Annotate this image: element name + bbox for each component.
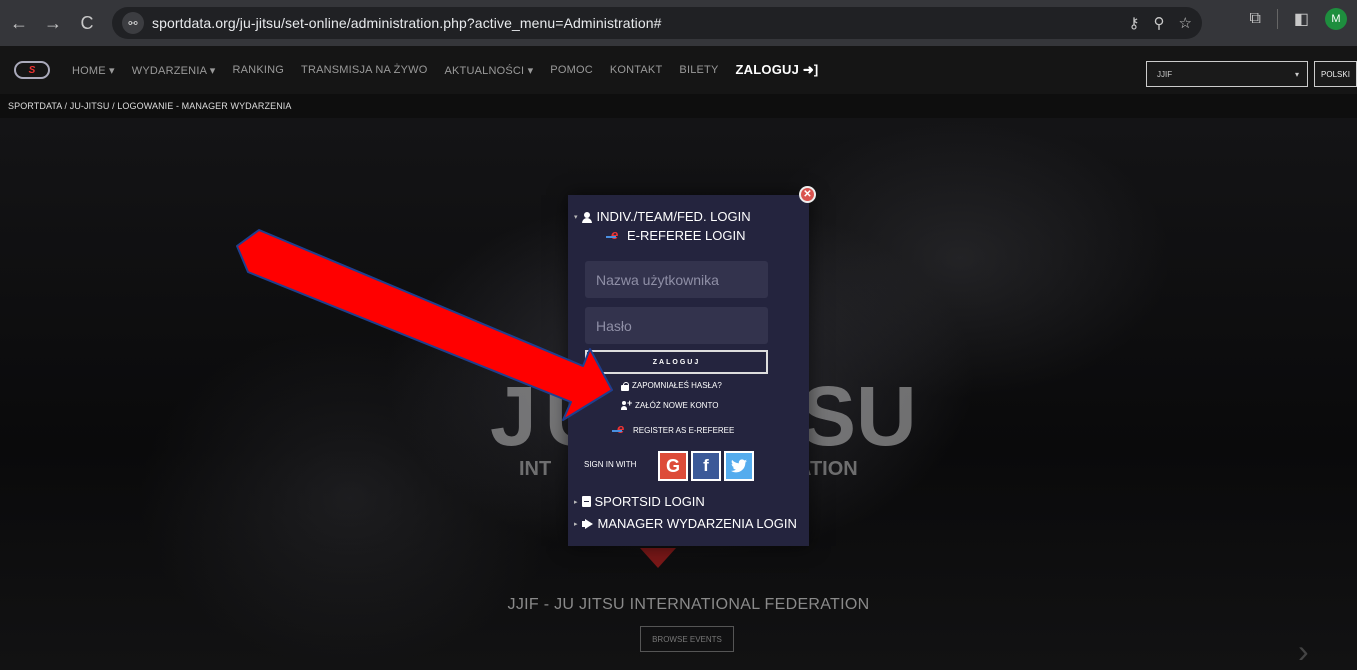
caret-right-icon: ▸ bbox=[574, 520, 578, 528]
breadcrumb: SPORTDATA / JU-JITSU / LOGOWANIE - MANAG… bbox=[0, 94, 1357, 118]
megaphone-icon bbox=[581, 519, 594, 529]
google-login-button[interactable]: G bbox=[658, 451, 688, 481]
nav-item-wydarzenia[interactable]: WYDARZENIA ▾ bbox=[132, 64, 216, 77]
password-key-icon[interactable]: ⚷ bbox=[1129, 14, 1140, 32]
register-ereferee-label: REGISTER AS E-REFEREE bbox=[633, 425, 735, 435]
site-info-icon[interactable]: ⚯ bbox=[122, 12, 144, 34]
federation-title: JJIF - JU JITSU INTERNATIONAL FEDERATION bbox=[507, 596, 870, 613]
indiv-login-header[interactable]: ▾ INDIV./TEAM/FED. LOGIN bbox=[574, 209, 751, 224]
caret-down-icon: ▾ bbox=[574, 213, 578, 221]
site-navbar: S HOME ▾ WYDARZENIA ▾ RANKING TRANSMISJA… bbox=[0, 46, 1357, 94]
register-ereferee-link[interactable]: REGISTER AS E-REFEREE bbox=[612, 421, 735, 436]
id-card-icon bbox=[581, 496, 591, 507]
caret-right-icon: ▸ bbox=[574, 498, 578, 506]
extensions-icon[interactable]: ⧉ bbox=[1249, 10, 1260, 28]
side-panel-icon[interactable]: ◧ bbox=[1294, 9, 1309, 29]
ereferee-logo-icon bbox=[612, 421, 630, 436]
username-input[interactable]: Nazwa użytkownika bbox=[585, 261, 768, 298]
language-button[interactable]: POLSKI bbox=[1314, 61, 1357, 87]
lock-icon bbox=[621, 381, 629, 391]
add-user-icon bbox=[621, 398, 632, 410]
back-icon[interactable]: ← bbox=[4, 8, 34, 38]
slider-next-icon[interactable]: › bbox=[1298, 633, 1309, 670]
indiv-login-title: INDIV./TEAM/FED. LOGIN bbox=[596, 209, 751, 224]
address-bar[interactable]: ⚯ sportdata.org/ju-jitsu/set-online/admi… bbox=[112, 7, 1202, 39]
facebook-login-button[interactable]: f bbox=[691, 451, 721, 481]
password-input[interactable]: Hasło bbox=[585, 307, 768, 344]
nav-item-pomoc[interactable]: POMOC bbox=[550, 64, 593, 76]
organization-select-value: JJIF bbox=[1157, 69, 1173, 79]
bookmark-star-icon[interactable]: ☆ bbox=[1179, 14, 1192, 32]
chevron-down-icon: ▾ bbox=[1294, 69, 1299, 79]
sportsid-login-header[interactable]: ▸ SPORTSID LOGIN bbox=[574, 494, 705, 509]
toolbar-divider bbox=[1276, 9, 1278, 29]
profile-avatar[interactable]: M bbox=[1325, 8, 1347, 30]
forgot-password-link[interactable]: ZAPOMNIAŁEŚ HASŁA? bbox=[621, 381, 722, 391]
create-account-label: ZAŁÓŻ NOWE KONTO bbox=[635, 401, 719, 410]
ereferee-login-title: E-REFEREE LOGIN bbox=[627, 228, 746, 243]
ereferee-logo-icon bbox=[606, 227, 624, 242]
hero-subtitle-left: INT bbox=[519, 458, 552, 480]
forward-icon[interactable]: → bbox=[38, 8, 68, 38]
ereferee-login-header[interactable]: E-REFEREE LOGIN bbox=[606, 227, 746, 243]
nav-item-bilety[interactable]: BILETY bbox=[679, 64, 718, 76]
sportdata-logo[interactable]: S bbox=[14, 61, 50, 79]
nav-item-aktualnosci[interactable]: AKTUALNOŚCI ▾ bbox=[444, 64, 533, 77]
nav-item-transmisja[interactable]: TRANSMISJA NA ŻYWO bbox=[301, 64, 427, 76]
sign-in-with-label: SIGN IN WITH bbox=[584, 460, 637, 469]
organization-select[interactable]: JJIF ▾ bbox=[1146, 61, 1308, 87]
user-icon bbox=[581, 211, 592, 223]
manager-login-title: MANAGER WYDARZENIA LOGIN bbox=[597, 516, 797, 531]
hero-title-right: SU bbox=[800, 369, 917, 463]
sportsid-login-title: SPORTSID LOGIN bbox=[594, 494, 705, 509]
create-account-link[interactable]: ZAŁÓŻ NOWE KONTO bbox=[621, 398, 719, 410]
login-submit-button[interactable]: ZALOGUJ bbox=[585, 350, 768, 374]
reload-icon[interactable]: C bbox=[72, 8, 102, 38]
nav-item-ranking[interactable]: RANKING bbox=[233, 64, 285, 76]
manager-login-header[interactable]: ▸ MANAGER WYDARZENIA LOGIN bbox=[574, 516, 797, 531]
nav-item-home[interactable]: HOME ▾ bbox=[72, 64, 115, 77]
url-text[interactable]: sportdata.org/ju-jitsu/set-online/admini… bbox=[152, 15, 662, 31]
twitter-bird-icon bbox=[731, 459, 747, 473]
browser-toolbar: ← → C ⚯ sportdata.org/ju-jitsu/set-onlin… bbox=[0, 0, 1357, 46]
forgot-password-label: ZAPOMNIAŁEŚ HASŁA? bbox=[632, 381, 722, 390]
twitter-login-button[interactable] bbox=[724, 451, 754, 481]
close-icon[interactable]: ✕ bbox=[799, 186, 816, 203]
zoom-icon[interactable]: ⚲ bbox=[1154, 14, 1165, 32]
nav-login-link[interactable]: ZALOGUJ ➜] bbox=[736, 62, 819, 78]
nav-item-kontakt[interactable]: KONTAKT bbox=[610, 64, 663, 76]
chevron-logo-icon bbox=[640, 548, 676, 568]
browse-events-button[interactable]: BROWSE EVENTS bbox=[640, 626, 734, 652]
